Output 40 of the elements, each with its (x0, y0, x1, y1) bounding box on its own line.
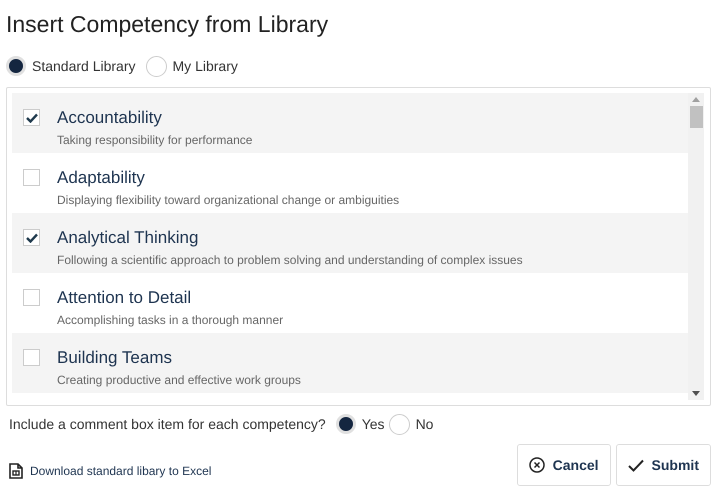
radio-label[interactable]: My Library (172, 56, 238, 76)
competency-row[interactable]: Analytical Thinking Following a scientific approach to problem solving and understanding of complex issues (12, 213, 688, 273)
submit-button[interactable]: Submit (616, 444, 711, 486)
check-icon (26, 112, 38, 122)
question-label: Include a comment box item for each competency? (9, 414, 326, 434)
competency-row[interactable]: Building Teams Creating productive and effective work groups (12, 333, 688, 393)
checkbox[interactable] (23, 349, 40, 366)
competency-name: Building Teams (57, 348, 172, 368)
radio-label[interactable]: Standard Library (32, 56, 136, 76)
checkbox[interactable] (23, 289, 40, 306)
radio-button[interactable] (146, 56, 167, 76)
scrollbar-thumb[interactable] (690, 106, 702, 128)
checkbox[interactable] (23, 229, 40, 246)
competency-name: Adaptability (57, 168, 145, 188)
scroll-up-icon[interactable] (692, 97, 700, 102)
competency-description: Accomplishing tasks in a thorough manner (57, 312, 284, 328)
competency-name: Attention to Detail (57, 288, 192, 308)
competency-name: Analytical Thinking (57, 228, 198, 248)
radio-button[interactable] (336, 414, 356, 434)
check-icon (26, 232, 38, 242)
scroll-down-icon[interactable] (692, 391, 700, 396)
cancel-button[interactable]: Cancel (516, 444, 611, 486)
radio-label[interactable]: No (416, 414, 434, 434)
competency-name: Accountability (57, 108, 162, 128)
dialog-title: Insert Competency from Library (6, 10, 328, 39)
competency-row[interactable]: Accountability Taking responsibility for performance (12, 93, 688, 153)
download-link[interactable]: Download standard libary to Excel (30, 462, 212, 480)
radio-button[interactable] (388, 414, 410, 434)
competency-description: Taking responsibility for performance (57, 132, 252, 148)
scrollbar[interactable] (688, 93, 704, 400)
close-circle-icon (528, 457, 545, 473)
document-icon (9, 463, 23, 479)
check-icon (628, 458, 644, 472)
checkbox[interactable] (23, 169, 40, 186)
competency-description: Displaying flexibility toward organizational change or ambiguities (57, 192, 400, 208)
checkbox[interactable] (23, 109, 40, 126)
radio-button[interactable] (6, 56, 26, 76)
competency-description: Following a scientific approach to problem solving and understanding of complex issues (57, 252, 523, 268)
competency-description: Creating productive and effective work groups (57, 372, 301, 388)
radio-label[interactable]: Yes (362, 414, 385, 434)
